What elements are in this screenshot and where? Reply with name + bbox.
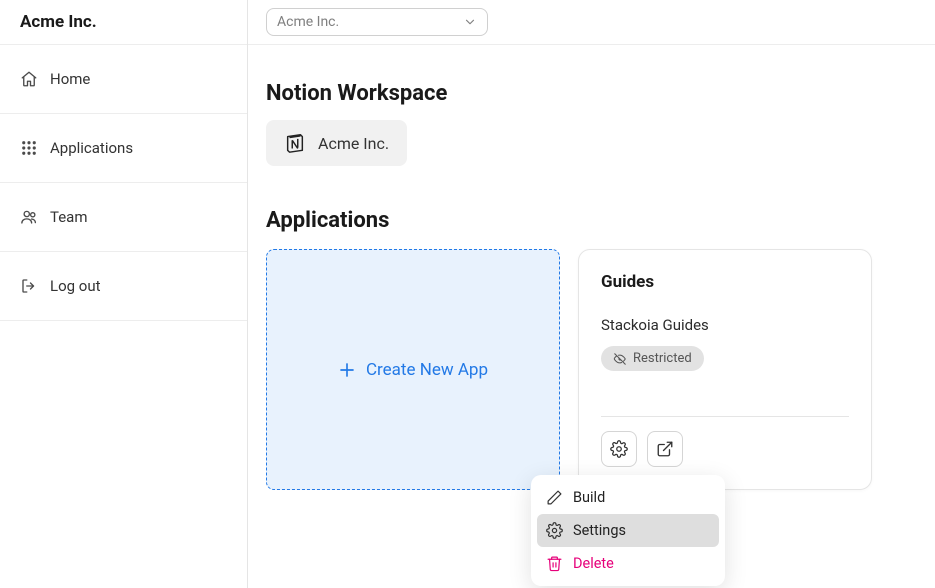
app-card-subtitle: Stackoia Guides (601, 316, 849, 334)
chevron-down-icon (463, 15, 477, 29)
settings-button[interactable] (601, 431, 637, 467)
sidebar-item-team[interactable]: Team (0, 183, 247, 252)
dropdown-item-label: Settings (573, 522, 626, 539)
workspace-select-value: Acme Inc. (277, 14, 339, 30)
section-title-applications: Applications (266, 208, 917, 233)
logout-icon (20, 277, 38, 295)
status-badge-label: Restricted (633, 351, 692, 366)
dropdown-item-delete[interactable]: Delete (537, 547, 719, 580)
create-new-app-card[interactable]: Create New App (266, 249, 560, 490)
gear-icon (546, 522, 563, 539)
pencil-icon (546, 489, 563, 506)
sidebar-item-home[interactable]: Home (0, 45, 247, 114)
gear-icon (610, 440, 628, 458)
dropdown-item-build[interactable]: Build (537, 481, 719, 514)
sidebar-item-label: Home (50, 70, 90, 88)
sidebar-item-label: Team (50, 208, 88, 226)
workspace-select[interactable]: Acme Inc. (266, 8, 488, 36)
sidebar-item-label: Log out (50, 277, 101, 295)
trash-icon (546, 555, 563, 572)
dropdown-item-settings[interactable]: Settings (537, 514, 719, 547)
create-new-app-label: Create New App (366, 360, 488, 380)
app-card: Guides Stackoia Guides Restricted (578, 249, 872, 490)
sidebar-header: Acme Inc. (0, 0, 247, 45)
section-title-workspace: Notion Workspace (266, 81, 917, 106)
apps-row: Create New App Guides Stackoia Guides Re… (266, 249, 917, 490)
app-actions-dropdown: Build Settings Delete (531, 475, 725, 586)
sidebar-item-label: Applications (50, 139, 133, 157)
grid-icon (20, 139, 38, 157)
plus-icon (338, 361, 356, 379)
team-icon (20, 208, 38, 226)
sidebar-nav: Home Applications Team Log out (0, 45, 247, 321)
divider (248, 44, 935, 45)
sidebar-item-applications[interactable]: Applications (0, 114, 247, 183)
app-card-title: Guides (601, 272, 849, 292)
workspace-chip[interactable]: Acme Inc. (266, 120, 407, 166)
open-external-button[interactable] (647, 431, 683, 467)
app-card-footer (601, 416, 849, 467)
workspace-chip-label: Acme Inc. (318, 134, 389, 153)
main-content: Acme Inc. Notion Workspace Acme Inc. App… (248, 0, 935, 588)
dropdown-item-label: Build (573, 489, 605, 506)
notion-icon (284, 132, 306, 154)
status-badge: Restricted (601, 346, 704, 371)
dropdown-item-label: Delete (573, 555, 614, 572)
home-icon (20, 70, 38, 88)
sidebar: Acme Inc. Home Applications Team Log out (0, 0, 248, 588)
eye-off-icon (613, 352, 627, 366)
external-link-icon (656, 440, 674, 458)
workspace-title: Acme Inc. (20, 12, 97, 32)
sidebar-item-logout[interactable]: Log out (0, 252, 247, 321)
